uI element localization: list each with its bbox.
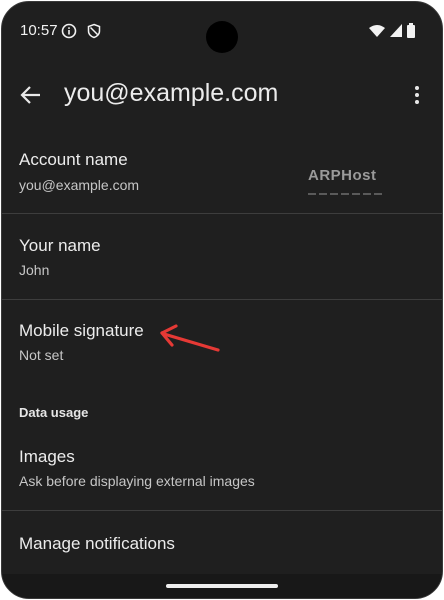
mobile-signature-title: Mobile signature [19, 321, 144, 340]
battery-icon [406, 23, 416, 44]
images-value: Ask before displaying external images [19, 473, 255, 489]
shield-icon [86, 23, 102, 44]
status-time: 10:57 [20, 22, 58, 39]
watermark-tagline [308, 193, 383, 195]
mobile-signature-value: Not set [19, 347, 64, 363]
manage-notifications-title: Manage notifications [19, 534, 175, 553]
arphost-watermark-logo: ARPHost [308, 167, 388, 195]
annotation-arrow-icon [160, 324, 220, 352]
front-camera [206, 21, 238, 53]
more-vert-icon[interactable] [410, 82, 424, 108]
app-bar: you@example.com [2, 64, 442, 124]
page-title: you@example.com [64, 79, 279, 107]
setting-images[interactable]: Images Ask before displaying external im… [2, 438, 442, 510]
your-name-title: Your name [19, 236, 101, 255]
setting-your-name[interactable]: Your name John [2, 227, 442, 299]
divider [2, 299, 442, 300]
phone-frame: 10:57 you@example.com Account name you@e… [1, 1, 443, 599]
back-arrow-icon[interactable] [18, 82, 44, 108]
wifi-icon [368, 23, 386, 44]
account-name-value: you@example.com [19, 177, 140, 193]
watermark-text: ARPHost [308, 167, 377, 184]
divider [2, 213, 442, 214]
images-title: Images [19, 447, 75, 466]
status-bar: 10:57 [2, 2, 442, 60]
gesture-navigation-bar [2, 574, 442, 598]
account-name-title: Account name [19, 150, 128, 169]
your-name-value: John [19, 262, 50, 278]
setting-manage-notifications[interactable]: Manage notifications [2, 522, 442, 572]
divider [2, 510, 442, 511]
section-header-data-usage: Data usage [19, 405, 89, 420]
info-icon [61, 23, 77, 44]
signal-icon [389, 23, 403, 44]
home-gesture-handle[interactable] [166, 584, 278, 588]
